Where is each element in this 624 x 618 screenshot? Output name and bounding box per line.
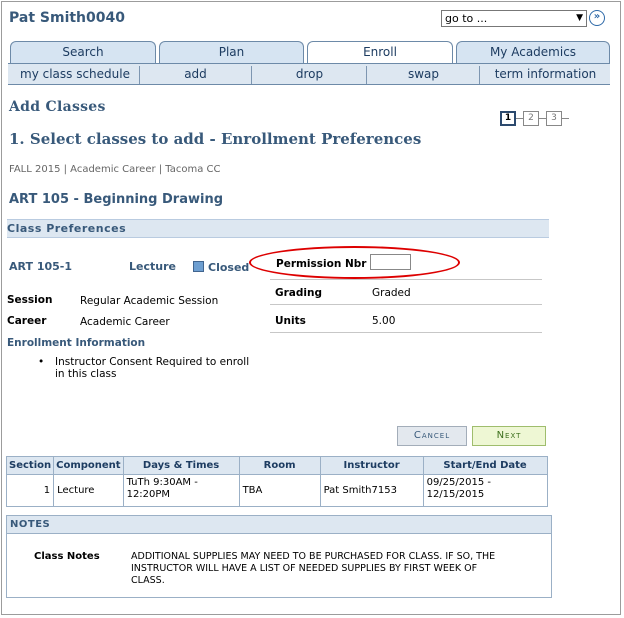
cell-start-end-date: 09/25/2015 - 12/15/2015 bbox=[422, 474, 548, 507]
next-button[interactable]: Next bbox=[472, 426, 546, 446]
goto-select[interactable]: go to ... ▼ bbox=[441, 10, 587, 27]
cell-days-times: TuTh 9:30AM - 12:20PM bbox=[122, 474, 240, 507]
subtab-swap[interactable]: swap bbox=[368, 66, 479, 83]
cell-room: TBA bbox=[238, 474, 321, 507]
bullet: • bbox=[38, 356, 45, 368]
session-label: Session bbox=[7, 294, 53, 306]
divider bbox=[270, 304, 542, 305]
course-title: ART 105 - Beginning Drawing bbox=[9, 192, 224, 207]
class-id: ART 105-1 bbox=[9, 260, 73, 273]
tab-plan[interactable]: Plan bbox=[159, 41, 304, 63]
subtab-add[interactable]: add bbox=[141, 66, 250, 83]
table-header-row: Section Component Days & Times Room Inst… bbox=[5, 456, 548, 475]
subtab-divider bbox=[139, 66, 140, 84]
column-header: Start/End Date bbox=[422, 456, 548, 475]
tab-search[interactable]: Search bbox=[10, 41, 156, 63]
column-header: Instructor bbox=[319, 456, 424, 475]
table-row: 1 Lecture TuTh 9:30AM - 12:20PM TBA Pat … bbox=[5, 474, 548, 507]
step-indicator-1: 1 bbox=[500, 111, 516, 126]
units-value: 5.00 bbox=[372, 315, 396, 327]
subtab-divider bbox=[251, 66, 252, 84]
cell-component: Lecture bbox=[53, 474, 124, 507]
step-indicator-3: 3 bbox=[546, 111, 562, 126]
divider bbox=[270, 332, 542, 333]
term-breadcrumb: FALL 2015 | Academic Career | Tacoma CC bbox=[9, 164, 221, 175]
enrollment-info-item: Instructor Consent Required to enroll in… bbox=[55, 356, 250, 380]
subtab-divider bbox=[366, 66, 367, 84]
closed-status-icon bbox=[193, 261, 204, 272]
double-chevron-right-icon[interactable]: » bbox=[589, 10, 605, 26]
class-preferences-header: Class Preferences bbox=[7, 219, 549, 238]
status-label: Closed bbox=[208, 261, 250, 274]
class-schedule-table: Section Component Days & Times Room Inst… bbox=[5, 456, 548, 507]
step-end bbox=[569, 111, 579, 126]
dropdown-arrow-icon: ▼ bbox=[576, 13, 583, 23]
column-header: Component bbox=[53, 456, 124, 475]
divider bbox=[270, 279, 542, 280]
tab-label: Search bbox=[62, 45, 104, 59]
tab-label: Plan bbox=[218, 45, 245, 59]
subtab-term-information[interactable]: term information bbox=[481, 66, 610, 83]
column-header: Days & Times bbox=[122, 456, 240, 475]
career-label: Career bbox=[7, 315, 47, 327]
subtab-my-class-schedule[interactable]: my class schedule bbox=[10, 66, 140, 83]
cancel-button[interactable]: Cancel bbox=[397, 426, 467, 446]
page-title: Add Classes bbox=[9, 99, 106, 115]
tab-label: My Academics bbox=[489, 45, 577, 59]
subtab-divider bbox=[479, 66, 480, 84]
tab-label: Enroll bbox=[363, 45, 397, 59]
subtab-drop[interactable]: drop bbox=[253, 66, 366, 83]
step-connector bbox=[516, 118, 523, 119]
step-connector bbox=[539, 118, 546, 119]
tab-my-academics[interactable]: My Academics bbox=[456, 41, 610, 63]
class-notes-text: ADDITIONAL SUPPLIES MAY NEED TO BE PURCH… bbox=[131, 551, 496, 586]
user-name: Pat Smith0040 bbox=[9, 10, 125, 26]
component-label: Lecture bbox=[129, 260, 176, 273]
cell-instructor: Pat Smith7153 bbox=[319, 474, 424, 507]
cell-section: 1 bbox=[5, 474, 55, 507]
section-heading: 1. Select classes to add - Enrollment Pr… bbox=[9, 130, 422, 148]
goto-select-label: go to ... bbox=[445, 12, 488, 25]
notes-header: NOTES bbox=[6, 515, 552, 534]
enrollment-info-label: Enrollment Information bbox=[7, 337, 146, 349]
session-value: Regular Academic Session bbox=[80, 295, 219, 307]
grading-value: Graded bbox=[372, 287, 411, 299]
grading-label: Grading bbox=[275, 287, 322, 299]
career-value: Academic Career bbox=[80, 316, 170, 328]
column-header: Section bbox=[5, 456, 55, 475]
step-indicator-2: 2 bbox=[523, 111, 539, 126]
class-notes-label: Class Notes bbox=[34, 551, 100, 562]
column-header: Room bbox=[238, 456, 321, 475]
tab-enroll[interactable]: Enroll bbox=[307, 41, 453, 64]
highlight-oval bbox=[249, 246, 460, 279]
units-label: Units bbox=[275, 315, 306, 327]
step-connector bbox=[562, 118, 569, 119]
